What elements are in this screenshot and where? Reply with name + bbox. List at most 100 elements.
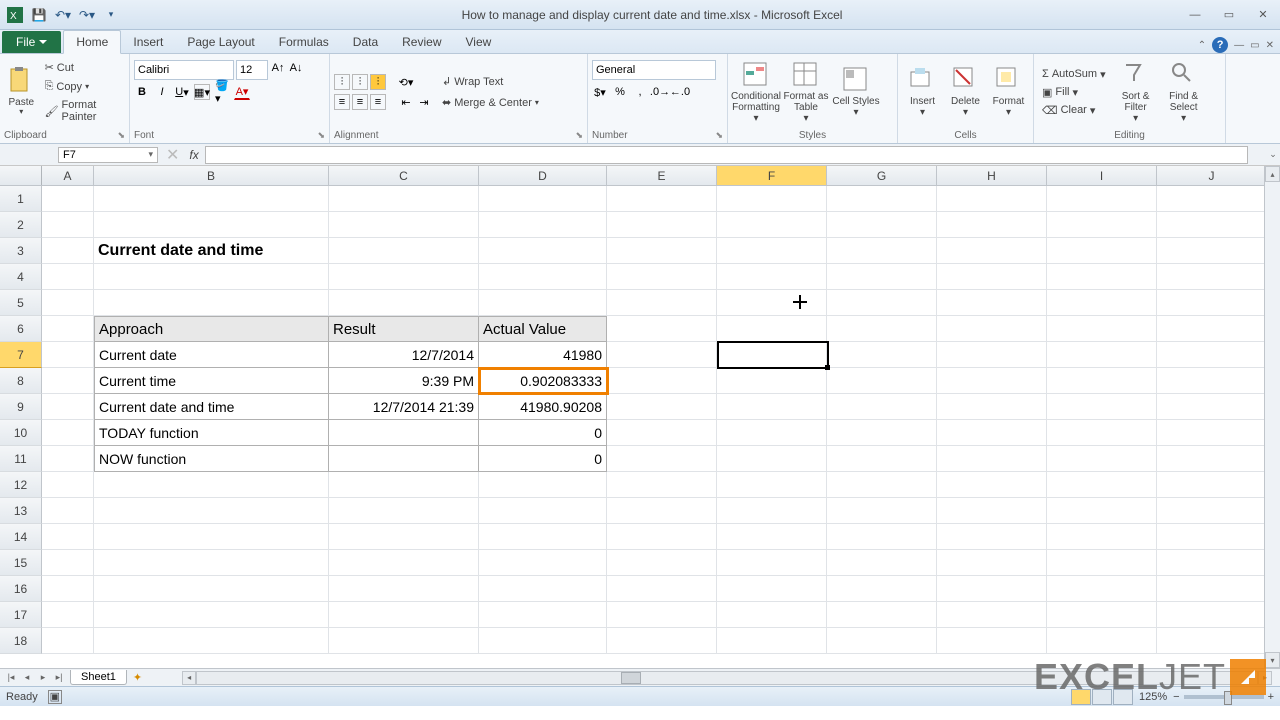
table-cell[interactable]: TODAY function: [94, 420, 329, 446]
column-header-g[interactable]: G: [827, 166, 937, 185]
bold-icon[interactable]: B: [134, 84, 150, 100]
scroll-up-icon[interactable]: ▴: [1265, 166, 1280, 182]
clear-button[interactable]: ⌫Clear▾: [1038, 102, 1110, 119]
sheet-first-icon[interactable]: |◂: [4, 672, 18, 683]
find-select-button[interactable]: Find & Select▾: [1162, 59, 1206, 125]
paste-button[interactable]: Paste ▾: [4, 59, 39, 125]
name-box[interactable]: F7: [58, 147, 158, 163]
redo-icon[interactable]: ↷▾: [76, 4, 98, 26]
column-header-e[interactable]: E: [607, 166, 717, 185]
ribbon-window-minimize-icon[interactable]: —: [1234, 40, 1244, 51]
formula-bar[interactable]: [205, 146, 1248, 164]
number-format-select[interactable]: [592, 60, 716, 80]
table-cell[interactable]: Current date and time: [94, 394, 329, 420]
new-sheet-icon[interactable]: ✦: [133, 671, 142, 684]
zoom-in-icon[interactable]: +: [1268, 691, 1274, 703]
table-cell[interactable]: 0.902083333: [479, 368, 607, 394]
row-header[interactable]: 5: [0, 290, 42, 316]
merge-center-button[interactable]: ⬌Merge & Center▾: [438, 94, 543, 111]
table-cell[interactable]: 12/7/2014 21:39: [329, 394, 479, 420]
save-icon[interactable]: 💾: [28, 4, 50, 26]
column-header-b[interactable]: B: [94, 166, 329, 185]
row-header[interactable]: 4: [0, 264, 42, 290]
border-icon[interactable]: ▦▾: [194, 84, 210, 100]
close-icon[interactable]: ✕: [1250, 6, 1276, 24]
row-header[interactable]: 12: [0, 472, 42, 498]
row-header[interactable]: 6: [0, 316, 42, 342]
select-all-corner[interactable]: [0, 166, 42, 185]
underline-icon[interactable]: U▾: [174, 84, 190, 100]
function-icon[interactable]: fx: [183, 148, 204, 162]
increase-decimal-icon[interactable]: .0→: [652, 84, 668, 100]
minimize-icon[interactable]: —: [1182, 6, 1208, 24]
format-as-table-button[interactable]: Format as Table▾: [782, 59, 830, 125]
row-header[interactable]: 18: [0, 628, 42, 654]
fill-color-icon[interactable]: 🪣▾: [214, 84, 230, 100]
row-header[interactable]: 14: [0, 524, 42, 550]
currency-icon[interactable]: $▾: [592, 84, 608, 100]
tab-home[interactable]: Home: [63, 30, 121, 54]
align-left-icon[interactable]: ≡: [334, 94, 350, 110]
tab-data[interactable]: Data: [341, 31, 390, 53]
table-cell[interactable]: 0: [479, 446, 607, 472]
font-color-icon[interactable]: A▾: [234, 84, 250, 100]
table-header[interactable]: Approach: [94, 316, 329, 342]
comma-icon[interactable]: ,: [632, 84, 648, 100]
tab-page-layout[interactable]: Page Layout: [175, 31, 266, 53]
number-dialog-launcher-icon[interactable]: ⬊: [715, 130, 723, 141]
percent-icon[interactable]: %: [612, 84, 628, 100]
row-header[interactable]: 16: [0, 576, 42, 602]
tab-view[interactable]: View: [454, 31, 504, 53]
undo-icon[interactable]: ↶▾: [52, 4, 74, 26]
table-cell[interactable]: 41980: [479, 342, 607, 368]
orientation-icon[interactable]: ⟲▾: [398, 74, 414, 90]
format-cell-button[interactable]: Format▾: [988, 59, 1029, 125]
column-header-d[interactable]: D: [479, 166, 607, 185]
row-header[interactable]: 11: [0, 446, 42, 472]
table-cell[interactable]: [329, 420, 479, 446]
row-header[interactable]: 3: [0, 238, 42, 264]
scroll-left-icon[interactable]: ◂: [182, 671, 196, 685]
table-cell[interactable]: Current time: [94, 368, 329, 394]
scroll-down-icon[interactable]: ▾: [1265, 652, 1280, 668]
column-header-a[interactable]: A: [42, 166, 94, 185]
table-cell[interactable]: 41980.90208: [479, 394, 607, 420]
cell-styles-button[interactable]: Cell Styles▾: [832, 59, 880, 125]
sheet-tab[interactable]: Sheet1: [70, 670, 127, 685]
tab-insert[interactable]: Insert: [121, 31, 175, 53]
delete-cell-button[interactable]: Delete▾: [945, 59, 986, 125]
ribbon-window-restore-icon[interactable]: ▭: [1250, 40, 1259, 51]
font-name-select[interactable]: [134, 60, 234, 80]
column-header-c[interactable]: C: [329, 166, 479, 185]
sheet-prev-icon[interactable]: ◂: [20, 672, 34, 683]
table-cell[interactable]: NOW function: [94, 446, 329, 472]
expand-formula-bar-icon[interactable]: ⌄: [1266, 149, 1280, 160]
row-header[interactable]: 13: [0, 498, 42, 524]
macro-record-icon[interactable]: ▣: [48, 690, 62, 704]
cancel-formula-icon[interactable]: ✕: [162, 145, 183, 165]
align-bottom-icon[interactable]: ⫶: [370, 74, 386, 90]
minimize-ribbon-icon[interactable]: ⌃: [1198, 40, 1206, 51]
decrease-font-icon[interactable]: A↓: [288, 60, 304, 76]
align-top-icon[interactable]: ⫶: [334, 74, 350, 90]
align-center-icon[interactable]: ≡: [352, 94, 368, 110]
ribbon-window-close-icon[interactable]: ✕: [1266, 40, 1274, 51]
column-header-h[interactable]: H: [937, 166, 1047, 185]
table-cell[interactable]: 12/7/2014: [329, 342, 479, 368]
vertical-scrollbar[interactable]: ▴ ▾: [1264, 166, 1280, 668]
spreadsheet-grid[interactable]: A B C D E F G H I J 1 2 3Current date an…: [0, 166, 1280, 668]
row-header[interactable]: 15: [0, 550, 42, 576]
align-middle-icon[interactable]: ⫶: [352, 74, 368, 90]
row-header[interactable]: 2: [0, 212, 42, 238]
scroll-thumb[interactable]: [621, 672, 641, 684]
table-cell[interactable]: 9:39 PM: [329, 368, 479, 394]
row-header[interactable]: 1: [0, 186, 42, 212]
autosum-button[interactable]: ΣAutoSum▾: [1038, 66, 1110, 83]
restore-icon[interactable]: ▭: [1216, 6, 1242, 24]
table-cell[interactable]: [329, 446, 479, 472]
tab-file[interactable]: File: [2, 31, 61, 53]
alignment-dialog-launcher-icon[interactable]: ⬊: [575, 130, 583, 141]
row-header[interactable]: 7: [0, 342, 42, 368]
italic-icon[interactable]: I: [154, 84, 170, 100]
align-right-icon[interactable]: ≡: [370, 94, 386, 110]
